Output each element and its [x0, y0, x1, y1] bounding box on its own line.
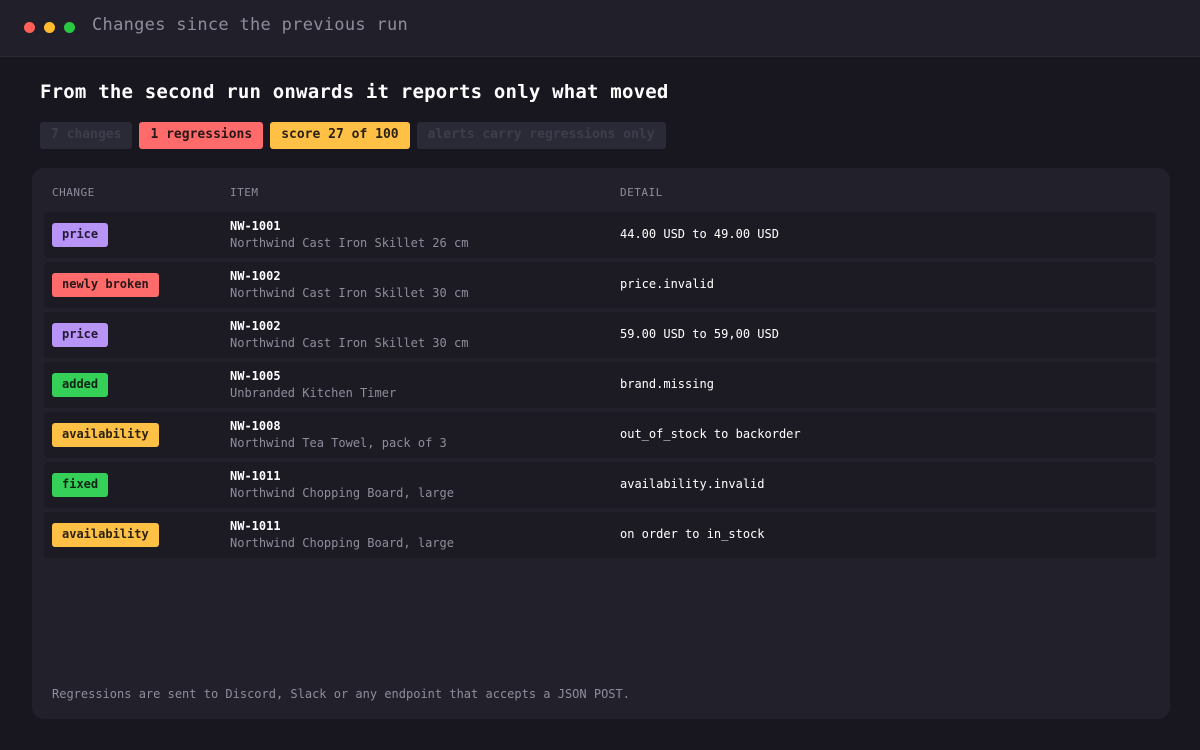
item-id: NW-1011 [230, 469, 281, 483]
item-id: NW-1005 [230, 369, 281, 383]
change-detail: brand.missing [620, 377, 714, 391]
table-row[interactable]: newly broken NW-1002 Northwind Cast Iron… [44, 262, 1156, 308]
change-detail: 59.00 USD to 59,00 USD [620, 327, 779, 341]
change-detail: price.invalid [620, 277, 714, 291]
change-type-badge: newly broken [52, 273, 159, 297]
footer-note: Regressions are sent to Discord, Slack o… [52, 687, 630, 701]
change-type-badge: fixed [52, 473, 109, 497]
table-row[interactable]: availability NW-1008 Northwind Tea Towel… [44, 412, 1156, 458]
alerts-note-chip: alerts carry regressions only [416, 122, 666, 149]
item-name: Northwind Cast Iron Skillet 30 cm [230, 286, 469, 300]
close-window-icon[interactable] [24, 22, 35, 33]
table-row[interactable]: added NW-1005 Unbranded Kitchen Timer br… [44, 362, 1156, 408]
maximize-window-icon[interactable] [64, 22, 75, 33]
change-type-badge: price [52, 323, 109, 347]
change-detail: out_of_stock to backorder [620, 427, 801, 441]
title-bar: Changes since the previous run [0, 0, 1200, 57]
score-chip: score 27 of 100 [270, 122, 410, 149]
table-row[interactable]: price NW-1001 Northwind Cast Iron Skille… [44, 212, 1156, 258]
table-row[interactable]: availability NW-1011 Northwind Chopping … [44, 512, 1156, 558]
item-name: Northwind Cast Iron Skillet 30 cm [230, 336, 469, 350]
change-type-badge: availability [52, 423, 159, 447]
table-row[interactable]: price NW-1002 Northwind Cast Iron Skille… [44, 312, 1156, 358]
summary-chips: 7 changes 1 regressions score 27 of 100 … [40, 122, 666, 149]
regressions-count-chip: 1 regressions [139, 122, 264, 149]
change-type-badge: added [52, 373, 109, 397]
minimize-window-icon[interactable] [44, 22, 55, 33]
item-name: Northwind Cast Iron Skillet 26 cm [230, 236, 469, 250]
item-id: NW-1001 [230, 219, 281, 233]
change-detail: 44.00 USD to 49.00 USD [620, 227, 779, 241]
item-id: NW-1002 [230, 269, 281, 283]
change-detail: availability.invalid [620, 477, 765, 491]
item-name: Northwind Tea Towel, pack of 3 [230, 436, 447, 450]
page-title: From the second run onwards it reports o… [40, 81, 669, 103]
item-id: NW-1008 [230, 419, 281, 433]
column-header-detail: DETAIL [620, 186, 663, 199]
table-row[interactable]: fixed NW-1011 Northwind Chopping Board, … [44, 462, 1156, 508]
column-header-change: CHANGE [52, 186, 95, 199]
changes-table: price NW-1001 Northwind Cast Iron Skille… [44, 212, 1156, 562]
item-id: NW-1002 [230, 319, 281, 333]
item-id: NW-1011 [230, 519, 281, 533]
item-name: Unbranded Kitchen Timer [230, 386, 397, 400]
changes-count-chip: 7 changes [40, 122, 133, 149]
change-detail: on order to in_stock [620, 527, 765, 541]
column-header-item: ITEM [230, 186, 259, 199]
change-type-badge: price [52, 223, 109, 247]
item-name: Northwind Chopping Board, large [230, 486, 454, 500]
window-title: Changes since the previous run [92, 15, 409, 35]
item-name: Northwind Chopping Board, large [230, 536, 454, 550]
change-type-badge: availability [52, 523, 159, 547]
